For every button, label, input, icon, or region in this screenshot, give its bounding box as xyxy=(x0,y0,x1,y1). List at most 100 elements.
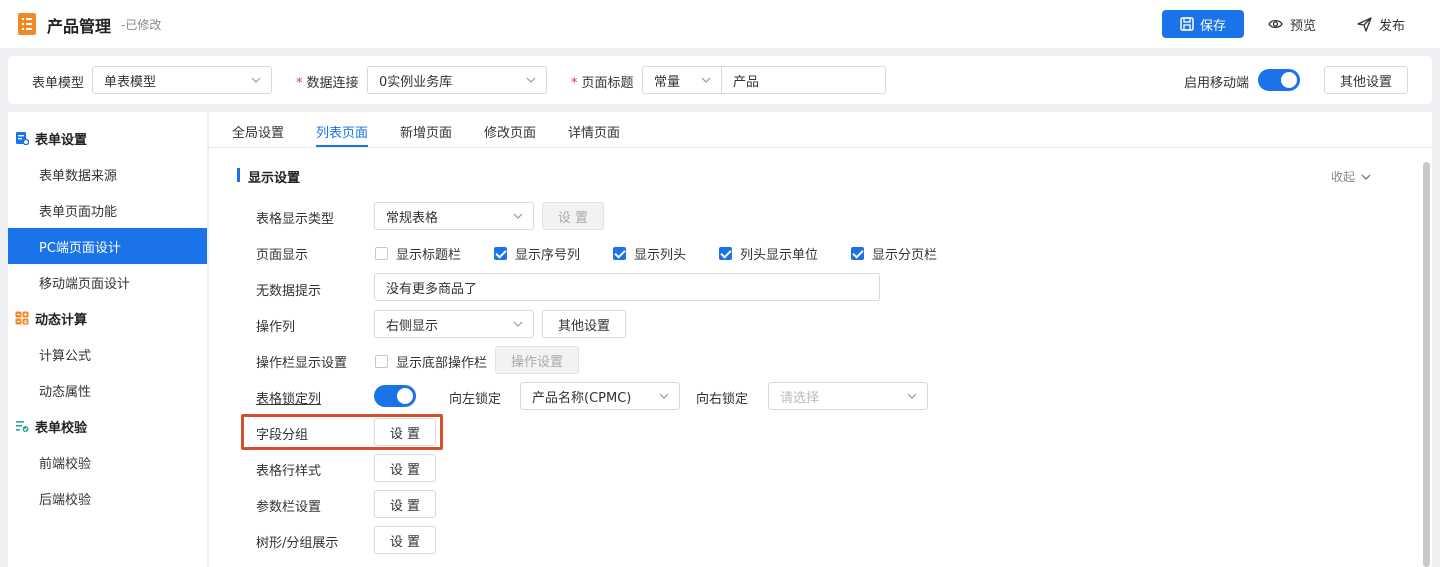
op-col-settings-button[interactable]: 其他设置 xyxy=(542,310,626,338)
tab-global[interactable]: 全局设置 xyxy=(232,122,284,141)
checkbox-label: 显示分页栏 xyxy=(872,248,938,263)
sidebar-item-backend-validation[interactable]: 后端校验 xyxy=(8,480,207,516)
app-logo-icon xyxy=(18,13,36,35)
row-style-label: 表格行样式 xyxy=(256,464,322,479)
lock-col-label: 表格锁定列 xyxy=(256,392,322,407)
chevron-down-icon xyxy=(1361,174,1371,180)
op-col-label: 操作列 xyxy=(256,320,296,335)
validation-icon xyxy=(16,421,29,432)
op-col-select[interactable]: 右侧显示 xyxy=(374,310,534,338)
collapse-toggle[interactable]: 收起 xyxy=(1331,168,1371,185)
checkbox-label: 显示底部操作栏 xyxy=(396,356,488,371)
checkbox-header-unit[interactable]: 列头显示单位 xyxy=(719,244,818,263)
data-conn-label: * 数据连接 xyxy=(296,76,359,91)
chevron-down-icon xyxy=(251,77,261,83)
no-data-value: 没有更多商品了 xyxy=(386,281,478,297)
page-title-input[interactable]: 产品 xyxy=(721,66,886,94)
checkbox-show-index-col[interactable]: 显示序号列 xyxy=(494,244,580,263)
row-style-settings-button[interactable]: 设 置 xyxy=(374,454,436,482)
page-title: 产品管理 xyxy=(47,17,112,36)
page-display-label: 页面显示 xyxy=(256,248,309,263)
save-icon xyxy=(1180,17,1194,31)
checkbox-show-title-bar[interactable]: 显示标题栏 xyxy=(375,244,461,263)
publish-button-label: 发布 xyxy=(1379,18,1406,34)
page-tabs: 全局设置 列表页面 新增页面 修改页面 详情页面 xyxy=(209,112,1432,148)
section-marker xyxy=(237,168,240,182)
tab-edit-page[interactable]: 修改页面 xyxy=(484,122,536,141)
sidebar-group-validation[interactable]: 表单校验 xyxy=(8,408,207,444)
chevron-down-icon xyxy=(701,77,711,83)
checkbox-box xyxy=(494,247,507,260)
lock-col-toggle[interactable] xyxy=(374,385,416,407)
modified-status: -已修改 xyxy=(121,18,162,32)
sidebar-group-form-settings[interactable]: 表单设置 xyxy=(8,120,207,156)
sidebar-group-label: 表单设置 xyxy=(35,132,88,148)
no-data-input[interactable]: 没有更多商品了 xyxy=(374,273,880,301)
param-bar-settings-button[interactable]: 设 置 xyxy=(374,490,436,518)
chevron-down-icon xyxy=(526,77,536,83)
eye-icon xyxy=(1268,19,1283,29)
lock-right-select[interactable]: 请选择 xyxy=(768,382,928,410)
tab-detail-page[interactable]: 详情页面 xyxy=(568,122,620,141)
main-panel: 全局设置 列表页面 新增页面 修改页面 详情页面 显示设置 收起 表格显示类型 … xyxy=(209,112,1432,567)
section-title: 显示设置 xyxy=(248,171,301,186)
config-bar: 表单模型 单表模型 * 数据连接 0实例业务库 * 页面标题 常量 产品 启用移动端… xyxy=(8,56,1432,104)
sidebar: 表单设置 表单数据来源 表单页面功能 PC端页面设计 移动端页面设计 动态计算 … xyxy=(8,112,207,567)
checkbox-show-header[interactable]: 显示列头 xyxy=(613,244,686,263)
lock-left-label: 向左锁定 xyxy=(449,392,502,407)
sidebar-item-frontend-validation[interactable]: 前端校验 xyxy=(8,444,207,480)
form-model-label: 表单模型 xyxy=(32,76,85,91)
op-col-value: 右侧显示 xyxy=(386,318,439,334)
calculator-icon xyxy=(15,311,29,325)
tree-display-settings-button[interactable]: 设 置 xyxy=(374,526,436,554)
lock-right-label: 向右锁定 xyxy=(696,392,749,407)
sidebar-item-formula[interactable]: 计算公式 xyxy=(8,336,207,372)
checkbox-box xyxy=(719,247,732,260)
form-settings-icon xyxy=(16,132,29,145)
page-title-label: * 页面标题 xyxy=(571,76,634,91)
sidebar-item-dynamic-attr[interactable]: 动态属性 xyxy=(8,372,207,408)
paper-plane-icon xyxy=(1357,16,1372,32)
checkbox-box xyxy=(613,247,626,260)
sidebar-item-mobile-design[interactable]: 移动端页面设计 xyxy=(8,264,207,300)
data-conn-value: 0实例业务库 xyxy=(379,74,453,90)
sidebar-group-label: 表单校验 xyxy=(35,420,88,436)
data-conn-select[interactable]: 0实例业务库 xyxy=(367,66,547,94)
lock-left-select[interactable]: 产品名称(CPMC) xyxy=(520,382,680,410)
table-type-select[interactable]: 常规表格 xyxy=(374,202,534,230)
preview-button-label: 预览 xyxy=(1290,18,1317,34)
checkbox-label: 列头显示单位 xyxy=(740,248,819,263)
form-model-select[interactable]: 单表模型 xyxy=(92,66,272,94)
tree-display-label: 树形/分组展示 xyxy=(256,536,339,551)
page-title-type-select[interactable]: 常量 xyxy=(642,66,722,94)
chevron-down-icon xyxy=(659,393,669,399)
sidebar-item-data-source[interactable]: 表单数据来源 xyxy=(8,156,207,192)
sidebar-item-pc-design[interactable]: PC端页面设计 xyxy=(8,228,207,264)
scrollbar[interactable] xyxy=(1423,162,1430,567)
mobile-label: 启用移动端 xyxy=(1184,76,1250,91)
sidebar-item-page-function[interactable]: 表单页面功能 xyxy=(8,192,207,228)
checkbox-show-bottom-bar[interactable]: 显示底部操作栏 xyxy=(375,352,487,371)
tab-add-page[interactable]: 新增页面 xyxy=(400,122,452,141)
publish-button[interactable]: 发布 xyxy=(1357,10,1405,38)
other-settings-button[interactable]: 其他设置 xyxy=(1324,66,1408,94)
app-header: 产品管理 -已修改 保存 预览 发布 xyxy=(0,0,1440,48)
save-button[interactable]: 保存 xyxy=(1162,10,1244,38)
op-bar-settings-button[interactable]: 操作设置 xyxy=(495,346,579,374)
op-bar-label: 操作栏显示设置 xyxy=(256,356,348,371)
tab-list-page[interactable]: 列表页面 xyxy=(316,122,368,141)
no-data-label: 无数据提示 xyxy=(256,284,322,299)
sidebar-group-label: 动态计算 xyxy=(35,312,88,328)
chevron-down-icon xyxy=(513,321,523,327)
checkbox-show-pagination[interactable]: 显示分页栏 xyxy=(851,244,937,263)
form-model-value: 单表模型 xyxy=(104,74,157,90)
checkbox-label: 显示序号列 xyxy=(515,248,581,263)
collapse-label: 收起 xyxy=(1331,170,1356,184)
highlight-box xyxy=(241,414,443,450)
checkbox-label: 显示标题栏 xyxy=(396,248,462,263)
table-type-settings-button[interactable]: 设 置 xyxy=(542,202,604,230)
preview-button[interactable]: 预览 xyxy=(1268,10,1316,38)
param-bar-label: 参数栏设置 xyxy=(256,500,322,515)
sidebar-group-dynamic-calc[interactable]: 动态计算 xyxy=(8,300,207,336)
mobile-toggle[interactable] xyxy=(1258,69,1300,91)
